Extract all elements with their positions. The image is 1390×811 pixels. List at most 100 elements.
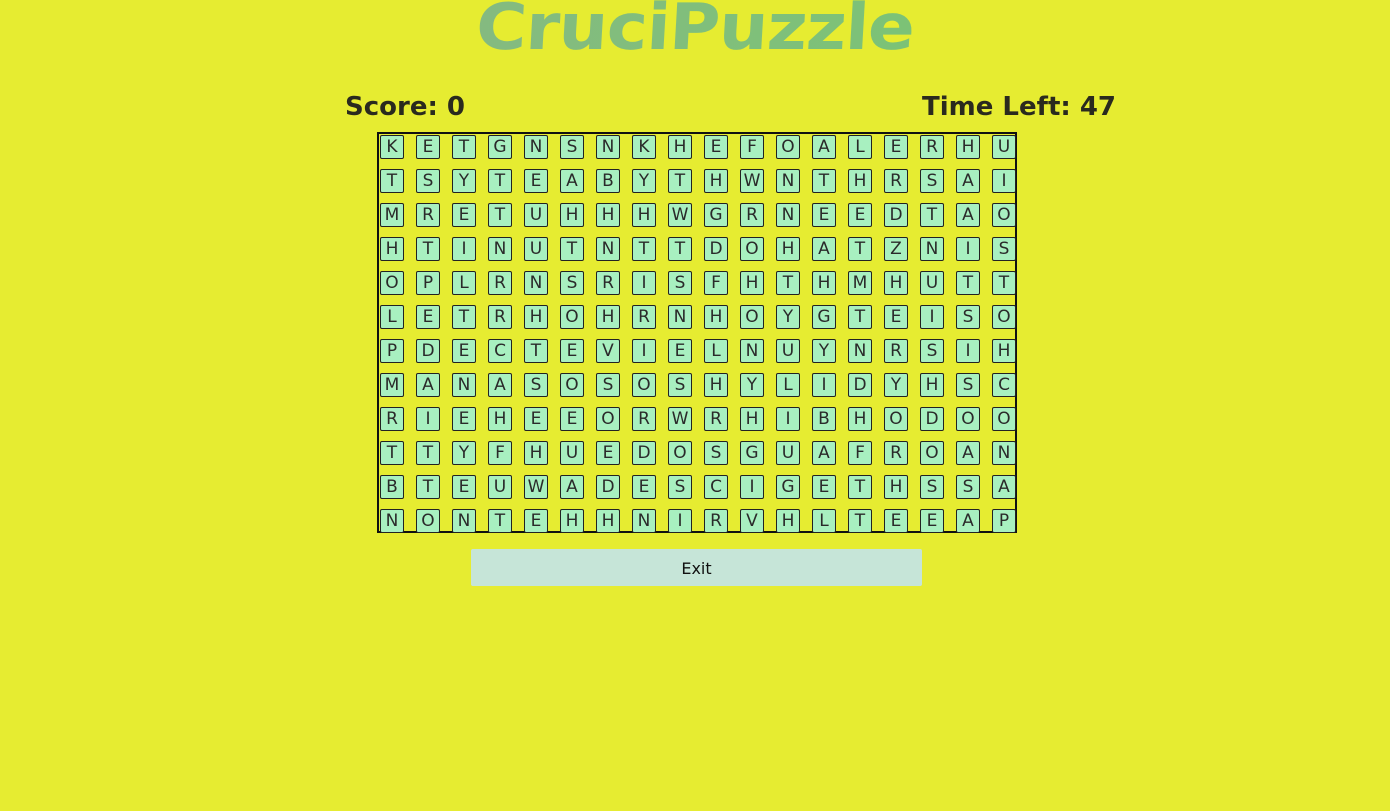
grid-cell[interactable]: E — [416, 305, 440, 329]
grid-cell[interactable]: D — [416, 339, 440, 363]
grid-cell[interactable]: R — [704, 509, 728, 533]
grid-cell[interactable]: H — [596, 509, 620, 533]
grid-cell[interactable]: U — [524, 203, 548, 227]
grid-cell[interactable]: I — [632, 271, 656, 295]
grid-cell[interactable]: W — [524, 475, 548, 499]
grid-cell[interactable]: A — [956, 509, 980, 533]
grid-cell[interactable]: T — [992, 271, 1016, 295]
grid-cell[interactable]: I — [416, 407, 440, 431]
grid-cell[interactable]: H — [812, 271, 836, 295]
grid-cell[interactable]: L — [848, 135, 872, 159]
grid-cell[interactable]: B — [812, 407, 836, 431]
grid-cell[interactable]: U — [920, 271, 944, 295]
grid-cell[interactable]: R — [596, 271, 620, 295]
grid-cell[interactable]: B — [596, 169, 620, 193]
grid-cell[interactable]: D — [632, 441, 656, 465]
grid-cell[interactable]: H — [848, 407, 872, 431]
grid-cell[interactable]: H — [596, 203, 620, 227]
grid-cell[interactable]: N — [452, 373, 476, 397]
grid-cell[interactable]: P — [992, 509, 1016, 533]
grid-cell[interactable]: E — [452, 475, 476, 499]
grid-cell[interactable]: N — [668, 305, 692, 329]
grid-cell[interactable]: E — [632, 475, 656, 499]
grid-cell[interactable]: R — [488, 271, 512, 295]
grid-cell[interactable]: E — [884, 135, 908, 159]
grid-cell[interactable]: I — [992, 169, 1016, 193]
grid-cell[interactable]: S — [920, 169, 944, 193]
grid-cell[interactable]: K — [380, 135, 404, 159]
grid-cell[interactable]: A — [560, 475, 584, 499]
grid-cell[interactable]: G — [776, 475, 800, 499]
grid-cell[interactable]: H — [488, 407, 512, 431]
grid-cell[interactable]: G — [704, 203, 728, 227]
grid-cell[interactable]: H — [704, 169, 728, 193]
grid-cell[interactable]: R — [920, 135, 944, 159]
grid-cell[interactable]: L — [452, 271, 476, 295]
grid-cell[interactable]: O — [740, 237, 764, 261]
grid-cell[interactable]: O — [992, 305, 1016, 329]
grid-cell[interactable]: T — [848, 237, 872, 261]
grid-cell[interactable]: H — [560, 509, 584, 533]
grid-cell[interactable]: E — [596, 441, 620, 465]
grid-cell[interactable]: S — [560, 271, 584, 295]
grid-cell[interactable]: E — [560, 339, 584, 363]
grid-cell[interactable]: O — [560, 305, 584, 329]
grid-cell[interactable]: T — [524, 339, 548, 363]
grid-cell[interactable]: N — [632, 509, 656, 533]
grid-cell[interactable]: E — [812, 203, 836, 227]
grid-cell[interactable]: T — [776, 271, 800, 295]
grid-cell[interactable]: T — [488, 169, 512, 193]
grid-cell[interactable]: W — [668, 203, 692, 227]
grid-cell[interactable]: R — [740, 203, 764, 227]
grid-cell[interactable]: P — [416, 271, 440, 295]
grid-cell[interactable]: R — [632, 407, 656, 431]
grid-cell[interactable]: T — [380, 169, 404, 193]
grid-cell[interactable]: T — [380, 441, 404, 465]
grid-cell[interactable]: R — [416, 203, 440, 227]
grid-cell[interactable]: N — [524, 135, 548, 159]
grid-cell[interactable]: S — [956, 475, 980, 499]
grid-cell[interactable]: R — [488, 305, 512, 329]
grid-cell[interactable]: Y — [452, 441, 476, 465]
grid-cell[interactable]: O — [992, 203, 1016, 227]
grid-cell[interactable]: A — [560, 169, 584, 193]
grid-cell[interactable]: F — [488, 441, 512, 465]
grid-cell[interactable]: E — [524, 407, 548, 431]
grid-cell[interactable]: O — [956, 407, 980, 431]
grid-cell[interactable]: A — [992, 475, 1016, 499]
grid-cell[interactable]: N — [596, 237, 620, 261]
grid-cell[interactable]: R — [704, 407, 728, 431]
grid-cell[interactable]: I — [956, 237, 980, 261]
grid-cell[interactable]: U — [560, 441, 584, 465]
grid-cell[interactable]: N — [488, 237, 512, 261]
grid-cell[interactable]: S — [920, 475, 944, 499]
grid-cell[interactable]: O — [992, 407, 1016, 431]
grid-cell[interactable]: T — [848, 475, 872, 499]
grid-cell[interactable]: N — [524, 271, 548, 295]
grid-cell[interactable]: I — [632, 339, 656, 363]
grid-cell[interactable]: O — [632, 373, 656, 397]
grid-cell[interactable]: T — [812, 169, 836, 193]
grid-cell[interactable]: D — [884, 203, 908, 227]
grid-cell[interactable]: N — [848, 339, 872, 363]
grid-cell[interactable]: S — [668, 373, 692, 397]
grid-cell[interactable]: I — [452, 237, 476, 261]
grid-cell[interactable]: H — [848, 169, 872, 193]
grid-cell[interactable]: S — [524, 373, 548, 397]
grid-cell[interactable]: L — [776, 373, 800, 397]
grid-cell[interactable]: O — [380, 271, 404, 295]
grid-cell[interactable]: H — [776, 509, 800, 533]
grid-cell[interactable]: V — [740, 509, 764, 533]
grid-cell[interactable]: E — [452, 407, 476, 431]
grid-cell[interactable]: N — [920, 237, 944, 261]
grid-cell[interactable]: E — [452, 203, 476, 227]
grid-cell[interactable]: M — [848, 271, 872, 295]
grid-cell[interactable]: S — [596, 373, 620, 397]
grid-cell[interactable]: R — [884, 441, 908, 465]
grid-cell[interactable]: D — [596, 475, 620, 499]
grid-cell[interactable]: E — [884, 509, 908, 533]
grid-cell[interactable]: K — [632, 135, 656, 159]
grid-cell[interactable]: A — [812, 237, 836, 261]
grid-cell[interactable]: D — [848, 373, 872, 397]
grid-cell[interactable]: L — [704, 339, 728, 363]
